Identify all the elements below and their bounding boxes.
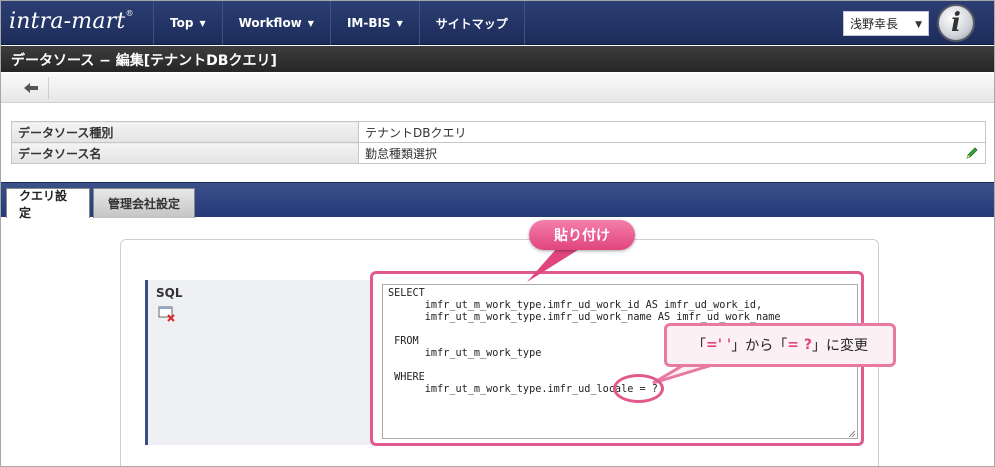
datasource-info-table: データソース種別 テナントDBクエリ データソース名 勤怠種類選択 (11, 121, 986, 164)
page-title: データソース − 編集[テナントDBクエリ] (1, 46, 994, 72)
app-window: intra-mart® Top ▼ Workflow ▼ IM-BIS ▼ サイトマッ… (0, 0, 995, 467)
back-button[interactable] (13, 77, 49, 99)
caret-down-icon: ▼ (199, 18, 206, 28)
user-menu-dropdown[interactable]: 浅野幸長 ▼ (843, 11, 929, 36)
datasource-type-value: テナントDBクエリ (358, 121, 986, 143)
pencil-icon[interactable] (965, 146, 979, 160)
chevron-down-icon: ▼ (915, 20, 922, 30)
caret-down-icon: ▼ (307, 18, 314, 28)
brand-i-icon[interactable]: i (937, 4, 975, 42)
tab-query-settings[interactable]: クエリ設定 (6, 188, 90, 220)
datasource-type-label: データソース種別 (11, 121, 359, 143)
datasource-name-label: データソース名 (11, 142, 359, 164)
table-row: データソース種別 テナントDBクエリ (11, 121, 986, 143)
clear-sql-icon[interactable] (158, 306, 176, 322)
caret-down-icon: ▼ (396, 18, 403, 28)
sql-label: SQL (156, 286, 183, 300)
nav-item-sitemap[interactable]: サイトマップ (418, 1, 525, 45)
datasource-name-cell: 勤怠種類選択 (358, 142, 986, 164)
logo-registered-mark: ® (125, 9, 134, 18)
tab-bar: クエリ設定 管理会社設定 (1, 182, 994, 220)
datasource-name-value: 勤怠種類選択 (365, 146, 438, 161)
table-row: データソース名 勤怠種類選択 (11, 142, 986, 164)
highlight-circle (613, 374, 664, 403)
user-name: 浅野幸長 (850, 17, 899, 31)
main-nav: Top ▼ Workflow ▼ IM-BIS ▼ サイトマップ (153, 1, 525, 45)
paste-callout: 貼り付け (529, 220, 635, 250)
resize-grip-icon[interactable] (846, 428, 856, 438)
sql-label-cell: SQL (145, 280, 371, 445)
tab-company-settings[interactable]: 管理会社設定 (93, 188, 195, 218)
global-header: intra-mart® Top ▼ Workflow ▼ IM-BIS ▼ サイトマッ… (1, 1, 994, 45)
toolbar (1, 73, 994, 103)
intra-mart-logo[interactable]: intra-mart® (9, 9, 134, 37)
arrow-left-icon (23, 83, 38, 93)
nav-item-top[interactable]: Top ▼ (153, 1, 222, 45)
nav-item-im-bis[interactable]: IM-BIS ▼ (329, 1, 419, 45)
change-callout: 「=' ' 」から「 = ? 」に変更 (664, 323, 896, 367)
nav-item-workflow[interactable]: Workflow ▼ (221, 1, 330, 45)
logo-text: intra-mart (9, 9, 126, 34)
